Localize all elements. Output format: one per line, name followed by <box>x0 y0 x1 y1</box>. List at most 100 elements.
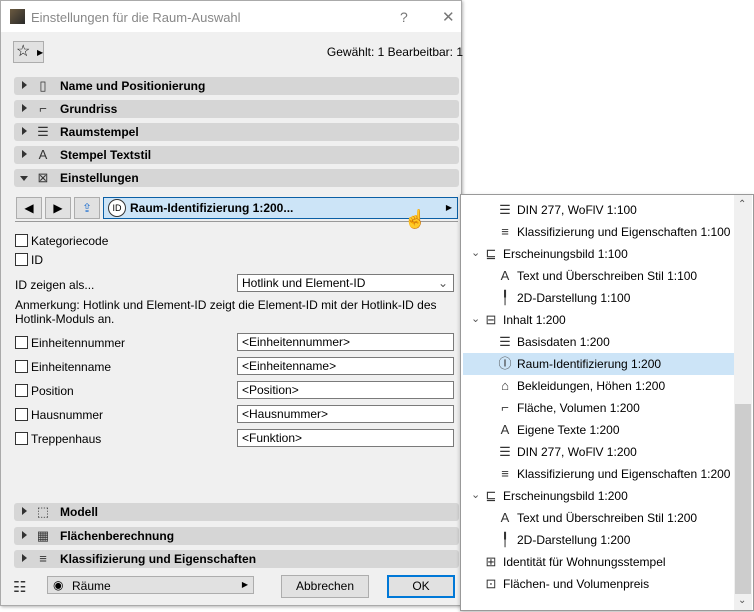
chevron-down-icon: ⌄ <box>437 276 448 290</box>
scroll-up-arrow[interactable]: ⌃ <box>738 199 746 210</box>
id-checkbox[interactable] <box>15 253 28 266</box>
note-line-2: Hotlink-Moduls an. <box>15 312 115 326</box>
pen-icon: ╿ <box>501 290 509 305</box>
id-label: ID <box>31 253 43 267</box>
section-header[interactable]: ☰ Raumstempel <box>14 123 459 141</box>
layer-icon: ☷ <box>13 579 27 596</box>
list-item[interactable]: ╿ 2D-Darstellung 1:100 <box>463 287 735 309</box>
settings-icon: ⊠ <box>37 170 49 185</box>
text-style-icon: A <box>38 147 48 162</box>
text-style-icon: A <box>500 268 510 283</box>
field-input[interactable]: <Position> <box>237 381 454 399</box>
page-dropdown-list[interactable]: ☰ DIN 277, WoFlV 1:100 ≡ Klassifizierung un… <box>460 194 754 611</box>
scrollbar[interactable]: ⌃ ⌄ <box>734 195 752 610</box>
field-input[interactable]: <Funktion> <box>237 429 454 447</box>
list-item[interactable]: A Text und Überschreiben Stil 1:100 <box>463 265 735 287</box>
section-label: Modell <box>60 505 98 519</box>
list-item-label: 2D-Darstellung 1:100 <box>517 291 631 305</box>
list-item-label: Inhalt 1:200 <box>503 313 566 327</box>
triangle-right-icon <box>22 104 27 112</box>
section-header[interactable]: ⬚ Modell <box>14 503 459 521</box>
field-checkbox[interactable] <box>15 360 28 373</box>
field-label: Einheitennummer <box>31 336 126 350</box>
field-checkbox[interactable] <box>15 408 28 421</box>
triangle-right-icon <box>22 531 27 539</box>
list-item-label: Klassifizierung und Eigenschaften 1:100 <box>517 225 731 239</box>
next-page-button[interactable]: ▶ <box>45 197 71 219</box>
id-icon: Ⓘ <box>498 356 512 371</box>
scrollbar-thumb[interactable] <box>735 404 751 594</box>
section-label: Flächenberechnung <box>60 529 175 543</box>
list-item-label: Text und Überschreiben Stil 1:100 <box>517 269 698 283</box>
zone-stamp-icon: ☰ <box>37 124 49 139</box>
list-item[interactable]: ☰ Basisdaten 1:200 <box>463 331 735 353</box>
layer-selector[interactable]: ◉ Räume ▶ <box>47 576 254 594</box>
section-header[interactable]: ⊠ Einstellungen <box>14 169 459 187</box>
list-item[interactable]: ≡ Klassifizierung und Eigenschaften 1:100 <box>463 221 735 243</box>
floor-plan-icon: ⌐ <box>39 101 47 116</box>
area-icon: ⌐ <box>501 400 509 415</box>
name-position-icon: ▯ <box>39 78 47 93</box>
window-title: Einstellungen für die Raum-Auswahl <box>31 10 241 25</box>
field-input[interactable]: <Hausnummer> <box>237 405 454 423</box>
eye-icon: ◉ <box>53 578 64 592</box>
page-export-icon[interactable]: ⇪ <box>74 197 100 219</box>
triangle-right-icon <box>22 150 27 158</box>
list-item[interactable]: ⌄ ⊑ Erscheinungsbild 1:100 <box>463 243 735 265</box>
kategoriecode-checkbox[interactable] <box>15 234 28 247</box>
area-calc-icon: ▦ <box>36 528 50 543</box>
chevron-down-icon[interactable]: ⌄ <box>471 488 480 501</box>
section-header[interactable]: A Stempel Textstil <box>14 146 459 164</box>
list-item[interactable]: ⌄ ⊑ Erscheinungsbild 1:200 <box>463 485 735 507</box>
list-item[interactable]: ⌄ ⊟ Inhalt 1:200 <box>463 309 735 331</box>
list-item-label: Flächen- und Volumenpreis <box>503 577 650 591</box>
field-checkbox[interactable] <box>15 336 28 349</box>
list-item[interactable]: ☰ DIN 277, WoFlV 1:100 <box>463 199 735 221</box>
list-item[interactable]: ╿ 2D-Darstellung 1:200 <box>463 529 735 551</box>
list-item[interactable]: Ⓘ Raum-Identifizierung 1:200 <box>463 353 735 375</box>
document-icon: ≡ <box>501 224 509 239</box>
field-input[interactable]: <Einheitennummer> <box>237 333 454 351</box>
apartment-stamp-icon: ⊞ <box>485 554 497 569</box>
list-item[interactable]: ⌐ Fläche, Volumen 1:200 <box>463 397 735 419</box>
list-item-label: Fläche, Volumen 1:200 <box>517 401 640 415</box>
field-checkbox[interactable] <box>15 432 28 445</box>
settings-dialog: Einstellungen für die Raum-Auswahl ? ✕ ☆… <box>0 0 463 606</box>
section-header[interactable]: ⌐ Grundriss <box>14 100 459 118</box>
field-input[interactable]: <Einheitenname> <box>237 357 454 375</box>
classification-icon: ≡ <box>39 551 47 566</box>
list-item-label: Erscheinungsbild 1:100 <box>503 247 628 261</box>
list-item[interactable]: A Text und Überschreiben Stil 1:200 <box>463 507 735 529</box>
list-item-label: DIN 277, WoFlV 1:200 <box>517 445 637 459</box>
ok-button[interactable]: OK <box>387 575 455 598</box>
chevron-down-icon[interactable]: ⌄ <box>471 246 480 259</box>
scroll-down-arrow[interactable]: ⌄ <box>738 595 746 606</box>
help-button[interactable]: ? <box>400 9 408 25</box>
list-item-label: Raum-Identifizierung 1:200 <box>517 357 662 371</box>
favorites-button[interactable]: ☆ ▶ <box>13 41 44 63</box>
section-label: Klassifizierung und Eigenschaften <box>60 552 257 566</box>
cancel-button[interactable]: Abbrechen <box>281 575 369 598</box>
list-item[interactable]: ⊡ Flächen- und Volumenpreis <box>463 573 735 595</box>
section-header[interactable]: ▦ Flächenberechnung <box>14 527 459 545</box>
triangle-right-icon: ▶ <box>445 203 452 212</box>
id-show-label: ID zeigen als... <box>15 278 95 292</box>
list-item-label: Klassifizierung und Eigenschaften 1:200 <box>517 467 731 481</box>
text-style-icon: A <box>500 510 510 525</box>
list-item[interactable]: A Eigene Texte 1:200 <box>463 419 735 441</box>
list-item[interactable]: ☰ DIN 277, WoFlV 1:200 <box>463 441 735 463</box>
close-button[interactable]: ✕ <box>442 8 455 26</box>
section-header[interactable]: ≡ Klassifizierung und Eigenschaften <box>14 550 459 568</box>
field-checkbox[interactable] <box>15 384 28 397</box>
previous-page-button[interactable]: ◀ <box>16 197 42 219</box>
list-item[interactable]: ⊞ Identität für Wohnungsstempel <box>463 551 735 573</box>
section-label: Stempel Textstil <box>60 148 152 162</box>
list-item[interactable]: ⌂ Bekleidungen, Höhen 1:200 <box>463 375 735 397</box>
id-show-select[interactable]: Hotlink und Element-ID ⌄ <box>237 274 454 292</box>
section-header[interactable]: ▯ Name und Positionierung <box>14 77 459 95</box>
list-item-label: Identität für Wohnungsstempel <box>503 555 666 569</box>
chevron-down-icon[interactable]: ⌄ <box>471 312 480 325</box>
id-icon: ID <box>108 199 126 217</box>
list-item-label: Basisdaten 1:200 <box>517 335 610 349</box>
list-item[interactable]: ≡ Klassifizierung und Eigenschaften 1:200 <box>463 463 735 485</box>
